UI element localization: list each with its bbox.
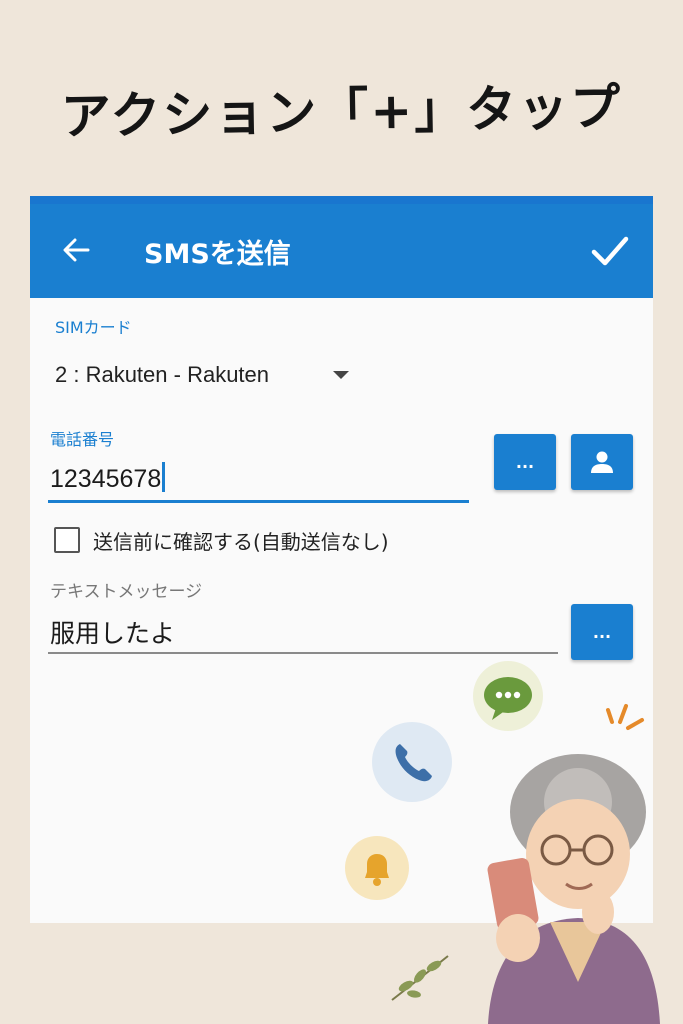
text-cursor: [162, 462, 166, 492]
phone-number-label: 電話番号: [50, 430, 115, 449]
sim-select[interactable]: 2 : Rakuten - Rakuten: [55, 362, 269, 388]
confirm-checkbox-label[interactable]: 送信前に確認する(自動送信なし): [93, 526, 389, 555]
headline-text: アクション「+」タップ: [60, 78, 623, 146]
check-icon[interactable]: [590, 234, 630, 268]
person-icon: [591, 451, 613, 473]
message-value: 服用したよ: [50, 619, 176, 648]
message-picker-button[interactable]: ...: [571, 604, 633, 660]
status-bar: [30, 196, 653, 204]
app-bar: SMSを送信: [30, 196, 653, 298]
phone-call-icon: [372, 722, 452, 802]
sparkle-icon: [606, 704, 644, 730]
grandma-illustration: [487, 754, 660, 1024]
phone-number-value[interactable]: 12345678: [50, 462, 166, 494]
page-title: SMSを送信: [144, 239, 291, 270]
chat-bubble-icon: [473, 661, 543, 731]
phone-picker-button[interactable]: ...: [494, 434, 556, 490]
bell-icon: [345, 836, 409, 900]
arrow-left-icon[interactable]: [60, 234, 92, 266]
contact-button[interactable]: [571, 434, 633, 490]
message-label: テキストメッセージ: [50, 582, 203, 602]
phone-number-field[interactable]: 12345678: [48, 458, 469, 503]
leaf-sprig-icon: [391, 955, 449, 1001]
confirm-checkbox[interactable]: [54, 527, 80, 553]
sim-label: SIMカード: [55, 318, 132, 337]
message-field[interactable]: 服用したよ: [48, 610, 558, 654]
phone-number-text: 12345678: [50, 465, 162, 493]
chevron-down-icon[interactable]: [333, 371, 349, 379]
